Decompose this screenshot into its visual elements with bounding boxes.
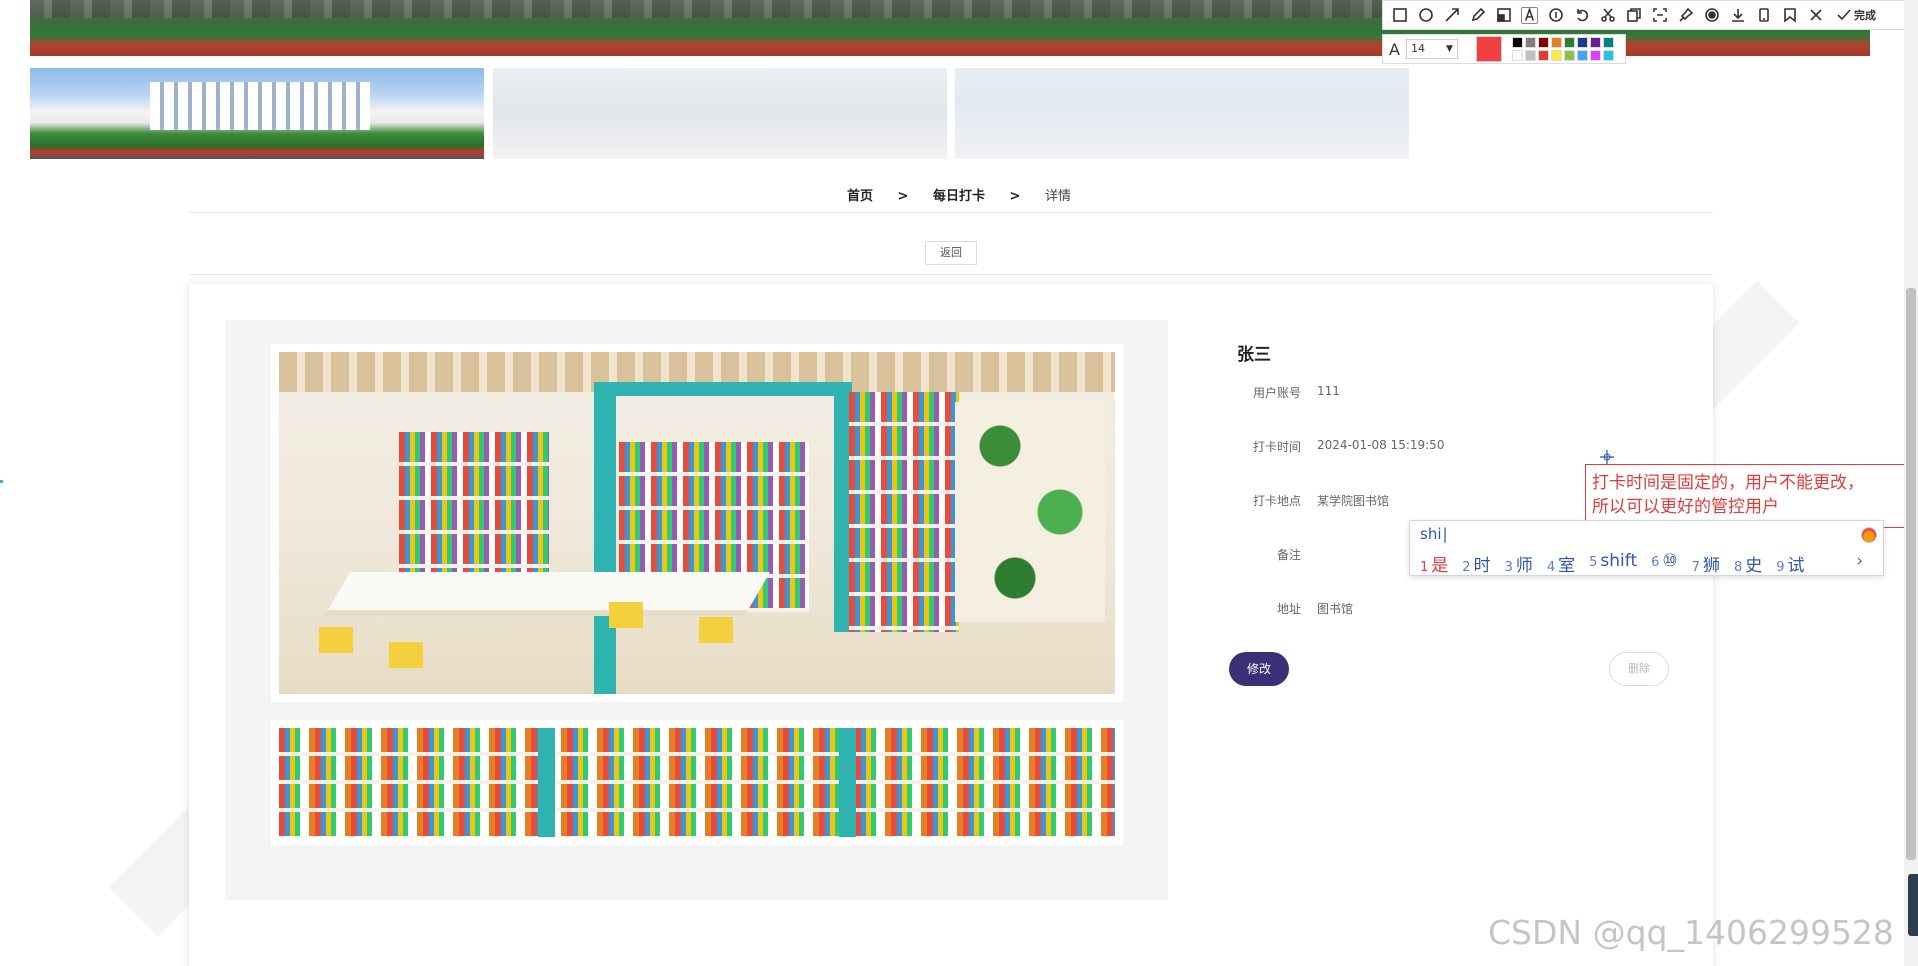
breadcrumb-checkin[interactable]: 每日打卡 (933, 189, 985, 204)
color-swatch[interactable] (1550, 50, 1562, 61)
field-value: 2024-01-08 15:19:50 (1317, 438, 1445, 452)
image-gallery (225, 320, 1168, 900)
annotation-text-line: 所以可以更好的管控用户 (1592, 497, 1779, 517)
thumbnail-photo[interactable] (271, 720, 1123, 845)
ime-candidate[interactable]: 4室 (1547, 551, 1575, 576)
field-label: 用户账号 (1252, 386, 1301, 400)
color-swatch[interactable] (1602, 50, 1614, 61)
annotation-text-line: 打卡时间是固定的，用户不能更改， (1592, 473, 1864, 493)
thumbnail-3[interactable] (955, 68, 1409, 159)
crosshair-icon (1600, 450, 1614, 464)
download-icon[interactable] (1729, 7, 1746, 24)
annotation-options: A 14 ▼ (1382, 34, 1626, 64)
field-value: 某学院图书馆 (1317, 494, 1390, 508)
field-account: 用户账号 111 (1213, 384, 1673, 404)
ime-pinyin: shi (1420, 525, 1448, 543)
number-icon[interactable] (1547, 7, 1564, 24)
ime-candidate[interactable]: 1是 (1420, 551, 1448, 576)
color-swatch[interactable] (1524, 37, 1536, 48)
scissors-icon[interactable] (1599, 7, 1616, 24)
breadcrumb: 首页 > 每日打卡 > 详情 (0, 185, 1918, 204)
field-label: 备注 (1276, 548, 1301, 562)
done-label: 完成 (1854, 9, 1876, 22)
check-icon (1835, 7, 1852, 24)
edit-button[interactable]: 修改 (1229, 652, 1289, 686)
color-swatch[interactable] (1511, 50, 1523, 61)
color-swatch[interactable] (1576, 37, 1588, 48)
done-button[interactable]: 完成 (1835, 7, 1876, 24)
color-swatch[interactable] (1563, 50, 1575, 61)
mosaic-icon[interactable] (1495, 7, 1512, 24)
ellipse-icon[interactable] (1417, 7, 1434, 24)
font-size-value: 14 (1410, 42, 1425, 55)
field-label: 打卡时间 (1252, 440, 1301, 454)
bookmark-icon[interactable] (1781, 7, 1798, 24)
breadcrumb-home[interactable]: 首页 (847, 189, 873, 204)
divider (189, 274, 1713, 275)
undo-icon[interactable] (1573, 7, 1590, 24)
page: 首页 > 每日打卡 > 详情 返回 张三 用户账号 111 打卡时间 2024-… (0, 0, 1918, 966)
current-color-swatch[interactable] (1475, 36, 1502, 62)
side-widget[interactable] (1908, 874, 1918, 936)
color-swatch[interactable] (1563, 37, 1575, 48)
back-button[interactable]: 返回 (925, 241, 977, 265)
color-swatch[interactable] (1589, 50, 1601, 61)
ime-next-page-icon[interactable]: › (1856, 551, 1863, 571)
color-palette (1511, 37, 1614, 61)
field-label: 打卡地点 (1252, 494, 1301, 508)
ime-candidate[interactable]: 6⑩ (1651, 551, 1678, 576)
color-swatch[interactable] (1602, 37, 1614, 48)
scrollbar-thumb[interactable] (1906, 288, 1916, 860)
breadcrumb-separator: > (897, 189, 909, 204)
ime-candidate[interactable]: 9试 (1776, 551, 1804, 576)
ime-candidates: 1是 2时 3师 4室 5 shift 6⑩ 7狮 8史 9试 (1420, 551, 1805, 576)
user-name: 张三 (1237, 345, 1271, 365)
color-swatch[interactable] (1511, 37, 1523, 48)
chevron-down-icon: ▼ (1446, 44, 1453, 54)
color-swatch[interactable] (1589, 37, 1601, 48)
rectangle-icon[interactable] (1391, 7, 1408, 24)
ime-candidate[interactable]: 8史 (1734, 551, 1762, 576)
field-label: 地址 (1276, 602, 1301, 616)
color-swatch[interactable] (1524, 50, 1536, 61)
delete-button[interactable]: 删除 (1609, 652, 1669, 686)
main-photo[interactable] (271, 344, 1123, 702)
breadcrumb-separator: > (1009, 189, 1021, 204)
thumbnail-campus[interactable] (30, 68, 484, 159)
detail-card: 张三 用户账号 111 打卡时间 2024-01-08 15:19:50 打卡地… (189, 284, 1713, 966)
arrow-icon[interactable] (1443, 7, 1460, 24)
close-icon[interactable] (1807, 7, 1824, 24)
annotation-text-box[interactable]: 打卡时间是固定的，用户不能更改， 所以可以更好的管控用户 (1585, 464, 1918, 528)
thumbnail-2[interactable] (493, 68, 947, 159)
ocr-icon[interactable] (1651, 7, 1668, 24)
ime-candidate[interactable]: 3师 (1505, 551, 1533, 576)
pencil-icon[interactable] (1469, 7, 1486, 24)
color-swatch[interactable] (1537, 37, 1549, 48)
text-icon[interactable] (1521, 6, 1538, 24)
field-value: 图书馆 (1317, 602, 1354, 616)
divider (189, 212, 1713, 213)
ime-candidate[interactable]: 7狮 (1692, 551, 1720, 576)
ime-logo-icon (1861, 527, 1877, 543)
annotation-toolbar: 完成 (1382, 0, 1918, 30)
ime-candidate-window: shi 1是 2时 3师 4室 5shift 6⑩ 7狮 8史 9试 › (1409, 520, 1884, 576)
color-swatch[interactable] (1550, 37, 1562, 48)
ime-candidate[interactable]: 2时 (1462, 551, 1490, 576)
scrollbar[interactable] (1904, 0, 1918, 966)
color-swatch[interactable] (1537, 50, 1549, 61)
color-swatch[interactable] (1576, 50, 1588, 61)
pin-icon[interactable] (1677, 7, 1694, 24)
watermark: CSDN @qq_1406299528 (1488, 913, 1894, 952)
field-address: 地址 图书馆 (1213, 600, 1673, 620)
breadcrumb-detail: 详情 (1044, 189, 1071, 204)
font-size-select[interactable]: 14 ▼ (1405, 39, 1458, 59)
ime-candidate[interactable]: 5 shift (1589, 551, 1637, 576)
font-icon: A (1389, 39, 1400, 59)
field-value: 111 (1317, 384, 1340, 398)
record-icon[interactable] (1703, 7, 1720, 24)
copy-icon[interactable] (1625, 7, 1642, 24)
decorative-dot (0, 480, 3, 483)
phone-icon[interactable] (1755, 7, 1772, 24)
